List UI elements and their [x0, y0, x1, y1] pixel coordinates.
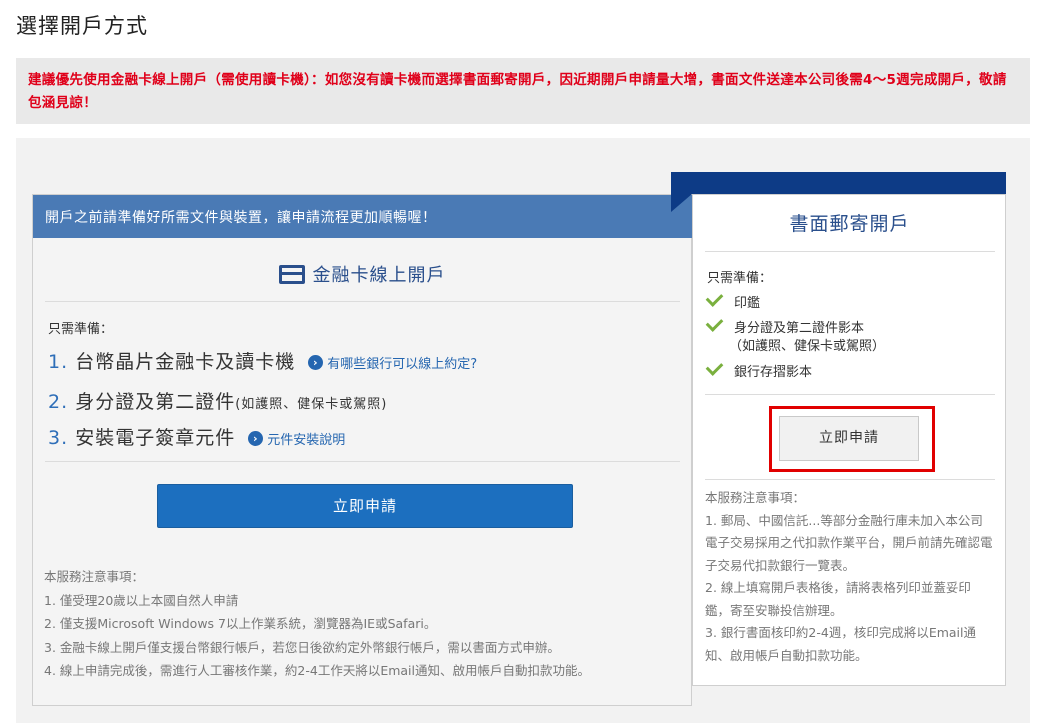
check-icon: [705, 358, 724, 376]
note-item: 2. 僅支援Microsoft Windows 7以上作業系統，瀏覽器為IE或S…: [44, 616, 437, 631]
requirement-number: 2.: [48, 391, 69, 413]
credit-card-icon: [278, 265, 305, 284]
notice-text: 建議優先使用金融卡線上開戶（需使用讀卡機）：如您沒有讀卡機而選擇書面郵寄開戶，因…: [28, 72, 1007, 111]
component-install-link[interactable]: 元件安裝說明: [267, 433, 345, 448]
requirement-text: 安裝電子簽章元件: [75, 427, 236, 449]
paper-item: 印鑑: [705, 289, 761, 313]
note-item: 1. 僅受理20歲以上本國自然人申請: [44, 592, 239, 608]
requirement-item: 2. 身分證及第二證件(如護照、健保卡或駕照): [48, 387, 387, 414]
online-notes: 本服務注意事項： 1. 僅受理20歲以上本國自然人申請 2. 僅支援Micros…: [44, 565, 590, 683]
online-prep-label: 只需準備：: [48, 322, 114, 337]
requirement-item: 1. 台幣晶片金融卡及讀卡機 › 有哪些銀行可以線上約定?: [48, 347, 477, 374]
requirement-number: 1.: [48, 351, 69, 373]
paper-item: 身分證及第二證件影本 （如護照、健保卡或駕照）: [705, 314, 886, 356]
online-card-title-row: 金融卡線上開戶: [33, 261, 691, 287]
highlight-annotation-box: [769, 406, 935, 472]
note-item: 1. 郵局、中國信託...等部分金融行庫未加入本公司電子交易採用之代扣款作業平台…: [705, 512, 993, 573]
note-item: 3. 金融卡線上開戶僅支援台幣銀行帳戶，若您日後欲約定外幣銀行帳戶，需以書面方式…: [44, 639, 560, 655]
paper-card-tab: [671, 172, 1006, 194]
notes-title: 本服務注意事項：: [705, 490, 806, 505]
page-title: 選擇開戶方式: [16, 14, 148, 38]
paper-item-label: 身分證及第二證件影本: [734, 321, 865, 336]
check-icon: [705, 289, 724, 307]
divider: [705, 251, 995, 252]
requirement-number: 3.: [48, 427, 69, 449]
paper-item-label: 銀行存摺影本: [734, 365, 813, 380]
note-item: 3. 銀行書面核印約2-4週，核印完成將以Email通知、啟用帳戶自動扣款功能。: [705, 625, 976, 663]
divider: [705, 394, 995, 395]
paper-item: 銀行存摺影本: [705, 358, 813, 382]
chevron-right-icon[interactable]: ›: [308, 355, 324, 370]
chevron-right-icon[interactable]: ›: [248, 431, 264, 446]
requirement-text: 身分證及第二證件: [75, 391, 236, 413]
online-apply-card: 開戶之前請準備好所需文件與裝置，讓申請流程更加順暢喔！ 金融卡線上開戶 只需準備…: [32, 194, 692, 706]
paper-card-tab-corner: [671, 194, 692, 212]
divider: [45, 301, 680, 302]
supported-banks-link[interactable]: 有哪些銀行可以線上約定?: [327, 357, 477, 372]
divider: [705, 479, 995, 480]
apply-online-button[interactable]: 立即申請: [157, 484, 573, 528]
paper-card-title: 書面郵寄開戶: [789, 213, 910, 235]
notes-title: 本服務注意事項：: [44, 569, 145, 584]
online-card-title: 金融卡線上開戶: [312, 265, 446, 286]
paper-item-label: 印鑑: [734, 296, 761, 311]
requirement-text: 台幣晶片金融卡及讀卡機: [75, 351, 296, 373]
paper-notes: 本服務注意事項： 1. 郵局、中國信託...等部分金融行庫未加入本公司電子交易採…: [705, 487, 995, 667]
requirement-subtext: (如護照、健保卡或駕照): [235, 397, 388, 412]
online-card-header: 開戶之前請準備好所需文件與裝置，讓申請流程更加順暢喔！: [33, 195, 692, 238]
requirement-item: 3. 安裝電子簽章元件 › 元件安裝說明: [48, 423, 345, 450]
note-item: 4. 線上申請完成後，需進行人工審核作業，約2-4工作天將以Email通知、啟用…: [44, 663, 590, 678]
paper-item-subtext: （如護照、健保卡或駕照）: [729, 339, 886, 354]
note-item: 2. 線上填寫開戶表格後，請將表格列印並蓋妥印鑑，寄至安聯投信辦理。: [705, 580, 971, 618]
notice-box: 建議優先使用金融卡線上開戶（需使用讀卡機）：如您沒有讀卡機而選擇書面郵寄開戶，因…: [16, 58, 1030, 124]
check-icon: [705, 314, 724, 332]
paper-prep-label: 只需準備：: [707, 271, 773, 286]
divider: [45, 461, 680, 462]
